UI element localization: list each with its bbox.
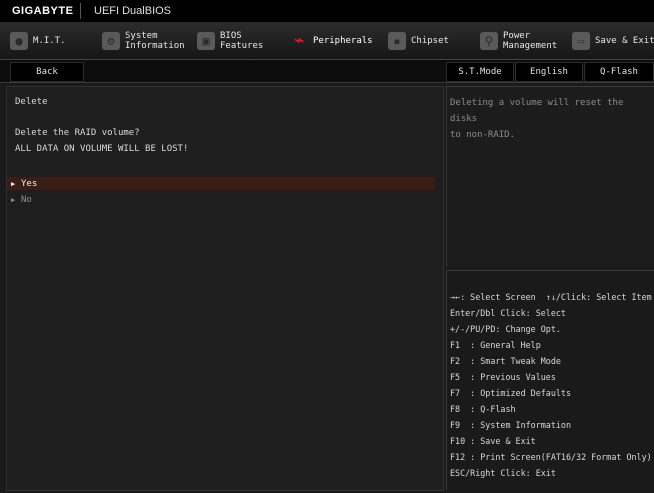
tab-label: Power Management	[503, 31, 558, 51]
tab-label: M.I.T.	[33, 36, 66, 46]
key-hint: F8 : Q-Flash	[450, 404, 516, 414]
main-tabs: ● M.I.T. ⚙ System Information ▣ BIOS Fea…	[0, 23, 654, 60]
help-line: Deleting a volume will reset the disks	[450, 98, 624, 124]
key-hint: F5 : Previous Values	[450, 372, 556, 382]
key-hint: →←: Select Screen ↑↓/Click: Select Item	[450, 292, 652, 302]
key-legend: →←: Select Screen ↑↓/Click: Select Item …	[446, 270, 654, 490]
page-title: Delete	[15, 97, 48, 107]
option-yes[interactable]: ▶ Yes	[7, 177, 435, 190]
product-name: UEFI DualBIOS	[94, 5, 172, 17]
data-loss-warning: ALL DATA ON VOLUME WILL BE LOST!	[15, 144, 189, 154]
tab-label: Chipset	[411, 36, 449, 46]
title-divider	[80, 3, 81, 19]
key-hint: F12 : Print Screen(FAT16/32 Format Only)	[450, 452, 652, 462]
key-hint: ESC/Right Click: Exit	[450, 468, 556, 478]
tab-label: Save & Exit	[595, 36, 654, 46]
mit-icon: ●	[10, 32, 28, 50]
tab-system-information[interactable]: ⚙ System Information	[102, 23, 185, 59]
tab-label: BIOS Features	[220, 31, 264, 51]
peripherals-icon: ⌁	[293, 30, 305, 51]
tab-bios-features[interactable]: ▣ BIOS Features	[197, 23, 263, 59]
st-mode-button[interactable]: S.T.Mode	[446, 62, 514, 82]
help-text: Deleting a volume will reset the disks t…	[450, 95, 650, 143]
qflash-button[interactable]: Q-Flash	[584, 62, 654, 82]
key-hint: F9 : System Information	[450, 420, 572, 430]
delete-question: Delete the RAID volume?	[15, 128, 140, 138]
back-button[interactable]: Back	[10, 62, 84, 82]
option-label: Yes	[21, 178, 38, 189]
gear-icon: ⚙	[102, 32, 120, 50]
tab-label: Peripherals	[313, 36, 373, 46]
bios-icon: ▣	[197, 32, 215, 50]
key-hint: +/-/PU/PD: Change Opt.	[450, 324, 561, 334]
option-no[interactable]: ▶ No	[7, 193, 435, 206]
arrow-right-icon: ▶	[11, 179, 16, 188]
chipset-icon: ▪	[388, 32, 406, 50]
key-hint: F1 : General Help	[450, 340, 541, 350]
power-icon: ⚲	[480, 32, 498, 50]
key-hint: F10 : Save & Exit	[450, 436, 536, 446]
language-button[interactable]: English	[515, 62, 583, 82]
toolbar: Back S.T.Mode English Q-Flash	[0, 60, 654, 83]
key-hint: F7 : Optimized Defaults	[450, 388, 572, 398]
option-label: No	[21, 194, 32, 205]
tab-peripherals[interactable]: ⌁ Peripherals	[290, 23, 373, 59]
exit-icon: ⇨	[572, 32, 590, 50]
main-panel: Delete Delete the RAID volume? ALL DATA …	[6, 86, 444, 491]
arrow-right-icon: ▶	[11, 195, 16, 204]
key-hint: Enter/Dbl Click: Select	[450, 308, 566, 318]
tab-save-exit[interactable]: ⇨ Save & Exit	[572, 23, 654, 59]
tab-power-management[interactable]: ⚲ Power Management	[480, 23, 557, 59]
tab-label: System Information	[125, 31, 185, 51]
tab-chipset[interactable]: ▪ Chipset	[388, 23, 449, 59]
key-hint: F2 : Smart Tweak Mode	[450, 356, 561, 366]
brand-logo: GIGABYTE	[12, 5, 74, 17]
help-line: to non-RAID.	[450, 130, 516, 140]
tab-mit[interactable]: ● M.I.T.	[10, 23, 66, 59]
title-bar: GIGABYTE UEFI DualBIOS	[0, 0, 654, 23]
help-panel: Deleting a volume will reset the disks t…	[446, 86, 654, 267]
